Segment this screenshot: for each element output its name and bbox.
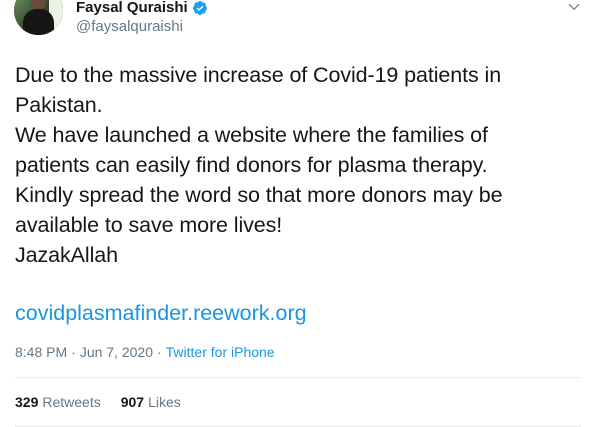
retweets-label: Retweets [42, 394, 101, 410]
author-handle[interactable]: @faysalquraishi [76, 17, 183, 37]
likes-stat[interactable]: 907 Likes [121, 392, 181, 412]
retweets-stat[interactable]: 329 Retweets [15, 392, 101, 412]
tweet-time[interactable]: 8:48 PM [15, 342, 67, 362]
tweet-card: Faysal Quraishi @faysalquraishi Due to t… [0, 0, 596, 427]
likes-count: 907 [120, 394, 145, 410]
avatar[interactable] [14, 0, 63, 35]
chevron-down-icon[interactable] [567, 0, 581, 14]
likes-label: Likes [148, 394, 181, 410]
tweet-meta: 8:48 PM · Jun 7, 2020 · Twitter for iPho… [15, 342, 275, 362]
retweets-count: 329 [15, 394, 39, 410]
tweet-date[interactable]: Jun 7, 2020 [80, 342, 153, 362]
tweet-text: Due to the massive increase of Covid-19 … [15, 63, 503, 267]
meta-separator-2: · [156, 344, 162, 360]
tweet-stats: 329 Retweets 907 Likes [15, 392, 181, 412]
author-display-name[interactable]: Faysal Quraishi [76, 0, 188, 18]
meta-separator: · [71, 344, 76, 360]
verified-badge-icon [192, 1, 207, 15]
tweet-link[interactable]: covidplasmafinder.reework.org [15, 298, 307, 328]
avatar-body [23, 9, 54, 35]
author-name-row[interactable]: Faysal Quraishi [76, 0, 208, 18]
divider-top [15, 377, 581, 378]
tweet-source-link[interactable]: Twitter for iPhone [166, 342, 275, 362]
